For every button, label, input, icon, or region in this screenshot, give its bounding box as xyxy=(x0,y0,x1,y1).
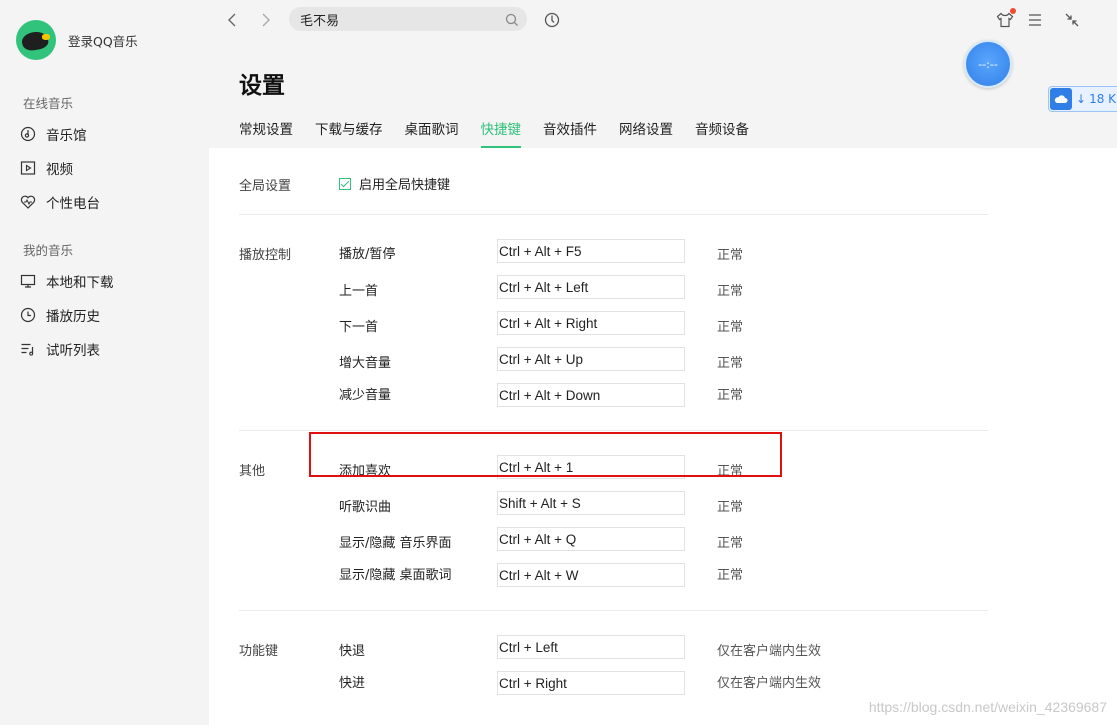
hotkey-input[interactable]: Ctrl + Alt + W xyxy=(497,563,685,587)
watermark: https://blog.csdn.net/weixin_42369687 xyxy=(868,699,1107,715)
section-title-my: 我的音乐 xyxy=(23,243,74,258)
group-label-playback: 播放控制 xyxy=(239,248,292,263)
hotkey-status: 正常 xyxy=(717,320,744,335)
notification-dot xyxy=(1010,8,1016,14)
sidebar: 登录QQ音乐 在线音乐 音乐馆 视频 个性电台 我的音乐 本地和下载 播放历史 xyxy=(0,0,210,725)
hotkey-name: 减少音量 xyxy=(339,388,392,403)
tab-general[interactable]: 常规设置 xyxy=(239,118,293,148)
tab-download-cache[interactable]: 下载与缓存 xyxy=(315,118,383,148)
hotkey-input[interactable]: Ctrl + Alt + F5 xyxy=(497,239,685,263)
sidebar-item-label: 个性电台 xyxy=(46,196,100,212)
skin-icon[interactable] xyxy=(994,8,1016,31)
group-label-function-keys: 功能键 xyxy=(239,644,279,659)
hotkey-status: 正常 xyxy=(717,284,744,299)
tab-hotkeys[interactable]: 快捷键 xyxy=(480,118,521,148)
sidebar-item-playlist[interactable]: 试听列表 xyxy=(20,338,100,360)
download-speed-badge[interactable]: ↓ 18 K xyxy=(1048,86,1117,112)
group-label-other: 其他 xyxy=(239,464,266,479)
login-text[interactable]: 登录QQ音乐 xyxy=(68,31,138,50)
hotkey-input[interactable]: Ctrl + Left xyxy=(497,635,685,659)
hotkey-name: 上一首 xyxy=(339,284,379,299)
sidebar-item-label: 试听列表 xyxy=(46,343,100,359)
hotkey-input[interactable]: Ctrl + Alt + Left xyxy=(497,275,685,299)
hotkey-input[interactable]: Ctrl + Alt + Q xyxy=(497,527,685,551)
hotkey-status: 正常 xyxy=(717,568,744,583)
hotkey-status: 正常 xyxy=(717,356,744,371)
clock-icon xyxy=(20,307,36,323)
hotkey-input[interactable]: Ctrl + Alt + Up xyxy=(497,347,685,371)
hotkey-input[interactable]: Ctrl + Alt + Down xyxy=(497,383,685,407)
music-hall-icon xyxy=(20,126,36,142)
tab-network[interactable]: 网络设置 xyxy=(619,118,673,148)
settings-content: 设置 常规设置 下载与缓存 桌面歌词 快捷键 音效插件 网络设置 音频设备 --… xyxy=(209,40,1117,725)
checkbox-label: 启用全局快捷键 xyxy=(359,178,451,193)
divider xyxy=(239,214,988,215)
timer-badge[interactable]: --:-- xyxy=(964,40,1012,88)
page-title: 设置 xyxy=(239,73,285,99)
search-box[interactable] xyxy=(289,7,527,31)
avatar[interactable] xyxy=(16,20,56,60)
search-input[interactable] xyxy=(298,10,502,28)
divider xyxy=(239,430,988,431)
tab-desktop-lyrics[interactable]: 桌面歌词 xyxy=(405,118,459,148)
sidebar-item-history[interactable]: 播放历史 xyxy=(20,304,100,326)
hotkey-name: 显示/隐藏 音乐界面 xyxy=(339,536,452,551)
hotkey-status: 正常 xyxy=(717,500,744,515)
tab-sound-effects[interactable]: 音效插件 xyxy=(543,118,597,148)
hotkey-status: 正常 xyxy=(717,248,744,263)
hotkey-name: 下一首 xyxy=(339,320,379,335)
hotkey-name: 增大音量 xyxy=(339,356,392,371)
forward-icon[interactable] xyxy=(254,9,276,31)
hotkey-input[interactable]: Ctrl + Alt + Right xyxy=(497,311,685,335)
settings-tabs: 常规设置 下载与缓存 桌面歌词 快捷键 音效插件 网络设置 音频设备 xyxy=(239,118,771,148)
hotkey-name: 听歌识曲 xyxy=(339,500,392,515)
mini-mode-icon[interactable] xyxy=(1061,9,1083,31)
hotkey-input[interactable]: Ctrl + Right xyxy=(497,671,685,695)
sidebar-item-radio[interactable]: 个性电台 xyxy=(20,191,100,213)
hotkey-name: 播放/暂停 xyxy=(339,247,396,262)
hotkey-name: 显示/隐藏 桌面歌词 xyxy=(339,568,452,583)
listen-identify-icon[interactable] xyxy=(541,9,563,31)
global-setting-label: 全局设置 xyxy=(239,179,292,194)
cloud-icon xyxy=(1050,88,1072,110)
hotkey-status: 正常 xyxy=(717,536,744,551)
video-icon xyxy=(20,160,36,176)
radio-icon xyxy=(20,194,36,210)
hotkey-status: 仅在客户端内生效 xyxy=(717,676,822,691)
monitor-icon xyxy=(20,273,36,289)
sidebar-item-music-hall[interactable]: 音乐馆 xyxy=(20,123,87,145)
hotkey-status: 正常 xyxy=(717,388,744,403)
annotation-highlight-box xyxy=(309,432,782,477)
divider xyxy=(239,610,988,611)
search-icon[interactable] xyxy=(505,12,519,31)
sidebar-item-label: 音乐馆 xyxy=(46,128,87,144)
hotkey-input[interactable]: Shift + Alt + S xyxy=(497,491,685,515)
enable-global-hotkeys[interactable]: 启用全局快捷键 xyxy=(339,174,450,193)
sidebar-item-local-download[interactable]: 本地和下载 xyxy=(20,270,114,292)
sidebar-item-label: 本地和下载 xyxy=(46,275,114,291)
download-speed-text: 18 K xyxy=(1089,92,1117,106)
hotkey-name: 快退 xyxy=(339,644,366,659)
menu-icon[interactable] xyxy=(1024,9,1046,31)
section-title-online: 在线音乐 xyxy=(23,96,74,111)
top-bar xyxy=(209,0,1117,40)
login-area[interactable]: 登录QQ音乐 xyxy=(16,20,138,60)
sidebar-item-label: 播放历史 xyxy=(46,309,100,325)
hotkey-name: 快进 xyxy=(339,676,366,691)
back-icon[interactable] xyxy=(222,9,244,31)
hotkey-status: 仅在客户端内生效 xyxy=(717,644,822,659)
download-arrow-icon: ↓ xyxy=(1076,92,1087,106)
tab-audio-device[interactable]: 音频设备 xyxy=(695,118,749,148)
sidebar-item-label: 视频 xyxy=(46,162,73,178)
sidebar-item-video[interactable]: 视频 xyxy=(20,157,73,179)
playlist-icon xyxy=(20,341,36,357)
global-hotkey-checkbox[interactable] xyxy=(339,177,351,190)
